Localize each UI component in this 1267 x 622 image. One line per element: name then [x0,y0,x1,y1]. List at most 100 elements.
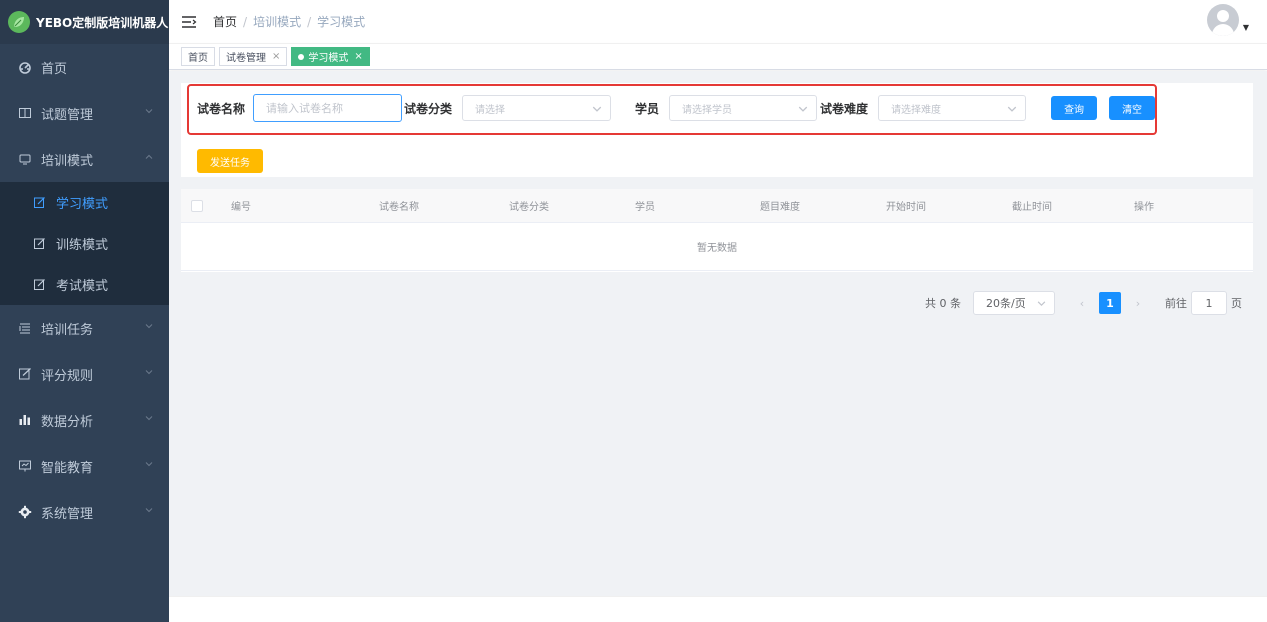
sidebar-item-study-mode[interactable]: 学习模式 [0,182,169,223]
edit-icon [33,237,46,250]
data-table: 编号 试卷名称 试卷分类 学员 题目难度 开始时间 截止时间 操作 暂无数据 [181,189,1253,272]
monitor-icon [18,152,32,166]
prev-page-button[interactable]: ‹ [1071,292,1093,314]
sidebar-item-system-admin[interactable]: 系统管理 [0,489,169,535]
paper-category-label: 试卷分类 [404,101,453,116]
paper-name-label: 试卷名称 [197,101,246,116]
select-placeholder: 请选择难度 [891,104,942,116]
active-dot [298,53,305,60]
training-submenu: 学习模式 训练模式 考试模式 [0,182,169,305]
sidebar-item-label: 培训模式 [41,153,94,169]
sidebar-item-label: 培训任务 [41,322,94,338]
sidebar: YEBO定制版培训机器人 首页 试题管理 培训模式 学习模式 训练模式 考试模式… [0,0,169,622]
tag-study-mode[interactable]: 学习模式 × [291,47,370,66]
dashboard-icon [18,60,32,74]
sidebar-item-home[interactable]: 首页 [0,44,169,90]
select-all-checkbox[interactable] [191,199,203,212]
chevron-down-icon [145,462,153,467]
tag-paper-management[interactable]: 试卷管理 × [219,47,288,66]
chevron-down-icon [798,106,808,112]
sidebar-item-scoring-rules[interactable]: 评分规则 [0,351,169,397]
app-title: YEBO定制版培训机器人 [36,15,169,30]
edit-icon [33,278,46,291]
edit-icon [33,196,46,209]
chevron-down-icon [592,106,602,112]
empty-text: 暂无数据 [181,223,1253,271]
screen-icon [18,459,32,473]
sidebar-item-label: 系统管理 [41,506,94,522]
content-area: 发送任务 编号 试卷名称 试卷分类 学员 题目难度 开始时间 截止时间 操作 暂… [169,71,1267,596]
student-select[interactable]: 请选择学员 [669,95,818,121]
avatar[interactable] [1206,4,1239,36]
close-icon[interactable]: × [354,51,362,62]
sidebar-item-label: 智能教育 [41,460,94,476]
select-placeholder: 请选择 [475,104,506,116]
gear-icon [18,505,32,519]
page-suffix: 页 [1231,297,1242,310]
chevron-down-icon [1007,106,1017,112]
tag-label: 首页 [188,53,208,64]
breadcrumb: 首页 / 培训模式 / 学习模式 [213,13,365,30]
table-header: 编号 试卷名称 试卷分类 学员 题目难度 开始时间 截止时间 操作 [181,189,1253,223]
list-icon [18,321,32,335]
breadcrumb-current: 学习模式 [317,15,366,29]
tag-home[interactable]: 首页 [181,47,215,66]
page-size-value: 20条/页 [986,297,1026,310]
chevron-down-icon [145,109,153,114]
column-header: 编号 [231,202,251,213]
chevron-down-icon [1037,301,1046,306]
tag-label: 学习模式 [308,53,349,64]
logo[interactable]: YEBO定制版培训机器人 [0,0,169,44]
column-header: 开始时间 [886,202,926,213]
chevron-up-icon [145,154,153,159]
page-size-select[interactable]: 20条/页 [973,291,1055,315]
breadcrumb-separator: / [243,14,248,29]
paper-name-input[interactable]: 请输入试卷名称 [253,94,403,122]
sidebar-item-data-analysis[interactable]: 数据分析 [0,397,169,443]
page-number[interactable]: 1 [1099,292,1121,314]
sidebar-item-label: 试题管理 [41,107,94,123]
navbar: 首页 / 培训模式 / 学习模式 ▼ [169,0,1267,44]
next-page-button[interactable]: › [1127,292,1149,314]
column-header: 操作 [1134,202,1154,213]
paper-category-select[interactable]: 请选择 [462,95,612,121]
goto-label: 前往 [1165,297,1187,310]
column-header: 试卷分类 [509,202,549,213]
difficulty-select[interactable]: 请选择难度 [878,95,1027,121]
query-button[interactable]: 查询 [1051,96,1098,120]
pagination: 共 0 条 20条/页 ‹ 1 › 前往 1 页 [925,291,1242,315]
sidebar-item-label: 学习模式 [56,197,109,212]
send-task-button[interactable]: 发送任务 [197,149,263,173]
column-header: 学员 [635,202,655,213]
clear-button[interactable]: 清空 [1109,96,1156,120]
select-placeholder: 请选择学员 [682,104,733,116]
bar-chart-icon [18,413,32,427]
column-header: 题目难度 [760,202,800,213]
filter-row: 试卷名称 请输入试卷名称 试卷分类 请选择 学员 请选择学员 试卷难度 请选择难… [197,94,1156,122]
difficulty-label: 试卷难度 [820,101,869,116]
sidebar-item-exam-mode[interactable]: 考试模式 [0,264,169,305]
chevron-down-icon [145,508,153,513]
sidebar-item-training-tasks[interactable]: 培训任务 [0,305,169,351]
goto-page-input[interactable]: 1 [1191,291,1227,315]
app-root: YEBO定制版培训机器人 首页 试题管理 培训模式 学习模式 训练模式 考试模式… [0,0,1267,622]
breadcrumb-home[interactable]: 首页 [213,13,237,30]
sidebar-item-label: 数据分析 [41,414,94,430]
sidebar-item-smart-education[interactable]: 智能教育 [0,443,169,489]
user-menu[interactable]: ▼ [1206,4,1249,36]
chevron-down-icon [145,370,153,375]
sidebar-item-label: 训练模式 [56,238,109,253]
sidebar-item-questions[interactable]: 试题管理 [0,90,169,136]
sidebar-item-training-mode[interactable]: 培训模式 [0,136,169,182]
total-count: 共 0 条 [925,297,961,310]
hamburger-icon[interactable] [181,15,197,29]
sidebar-item-practice-mode[interactable]: 训练模式 [0,223,169,264]
tags-view: 首页 试卷管理 × 学习模式 × [169,44,1267,70]
breadcrumb-parent[interactable]: 培训模式 [253,13,301,30]
close-icon[interactable]: × [272,51,280,62]
student-label: 学员 [635,101,660,116]
edit-icon [18,367,32,381]
caret-down-icon: ▼ [1242,23,1249,32]
sidebar-item-label: 首页 [41,61,68,77]
main-area: 首页 / 培训模式 / 学习模式 ▼ 首页 试卷管理 × 学习模式 × 发送任务… [169,0,1267,622]
